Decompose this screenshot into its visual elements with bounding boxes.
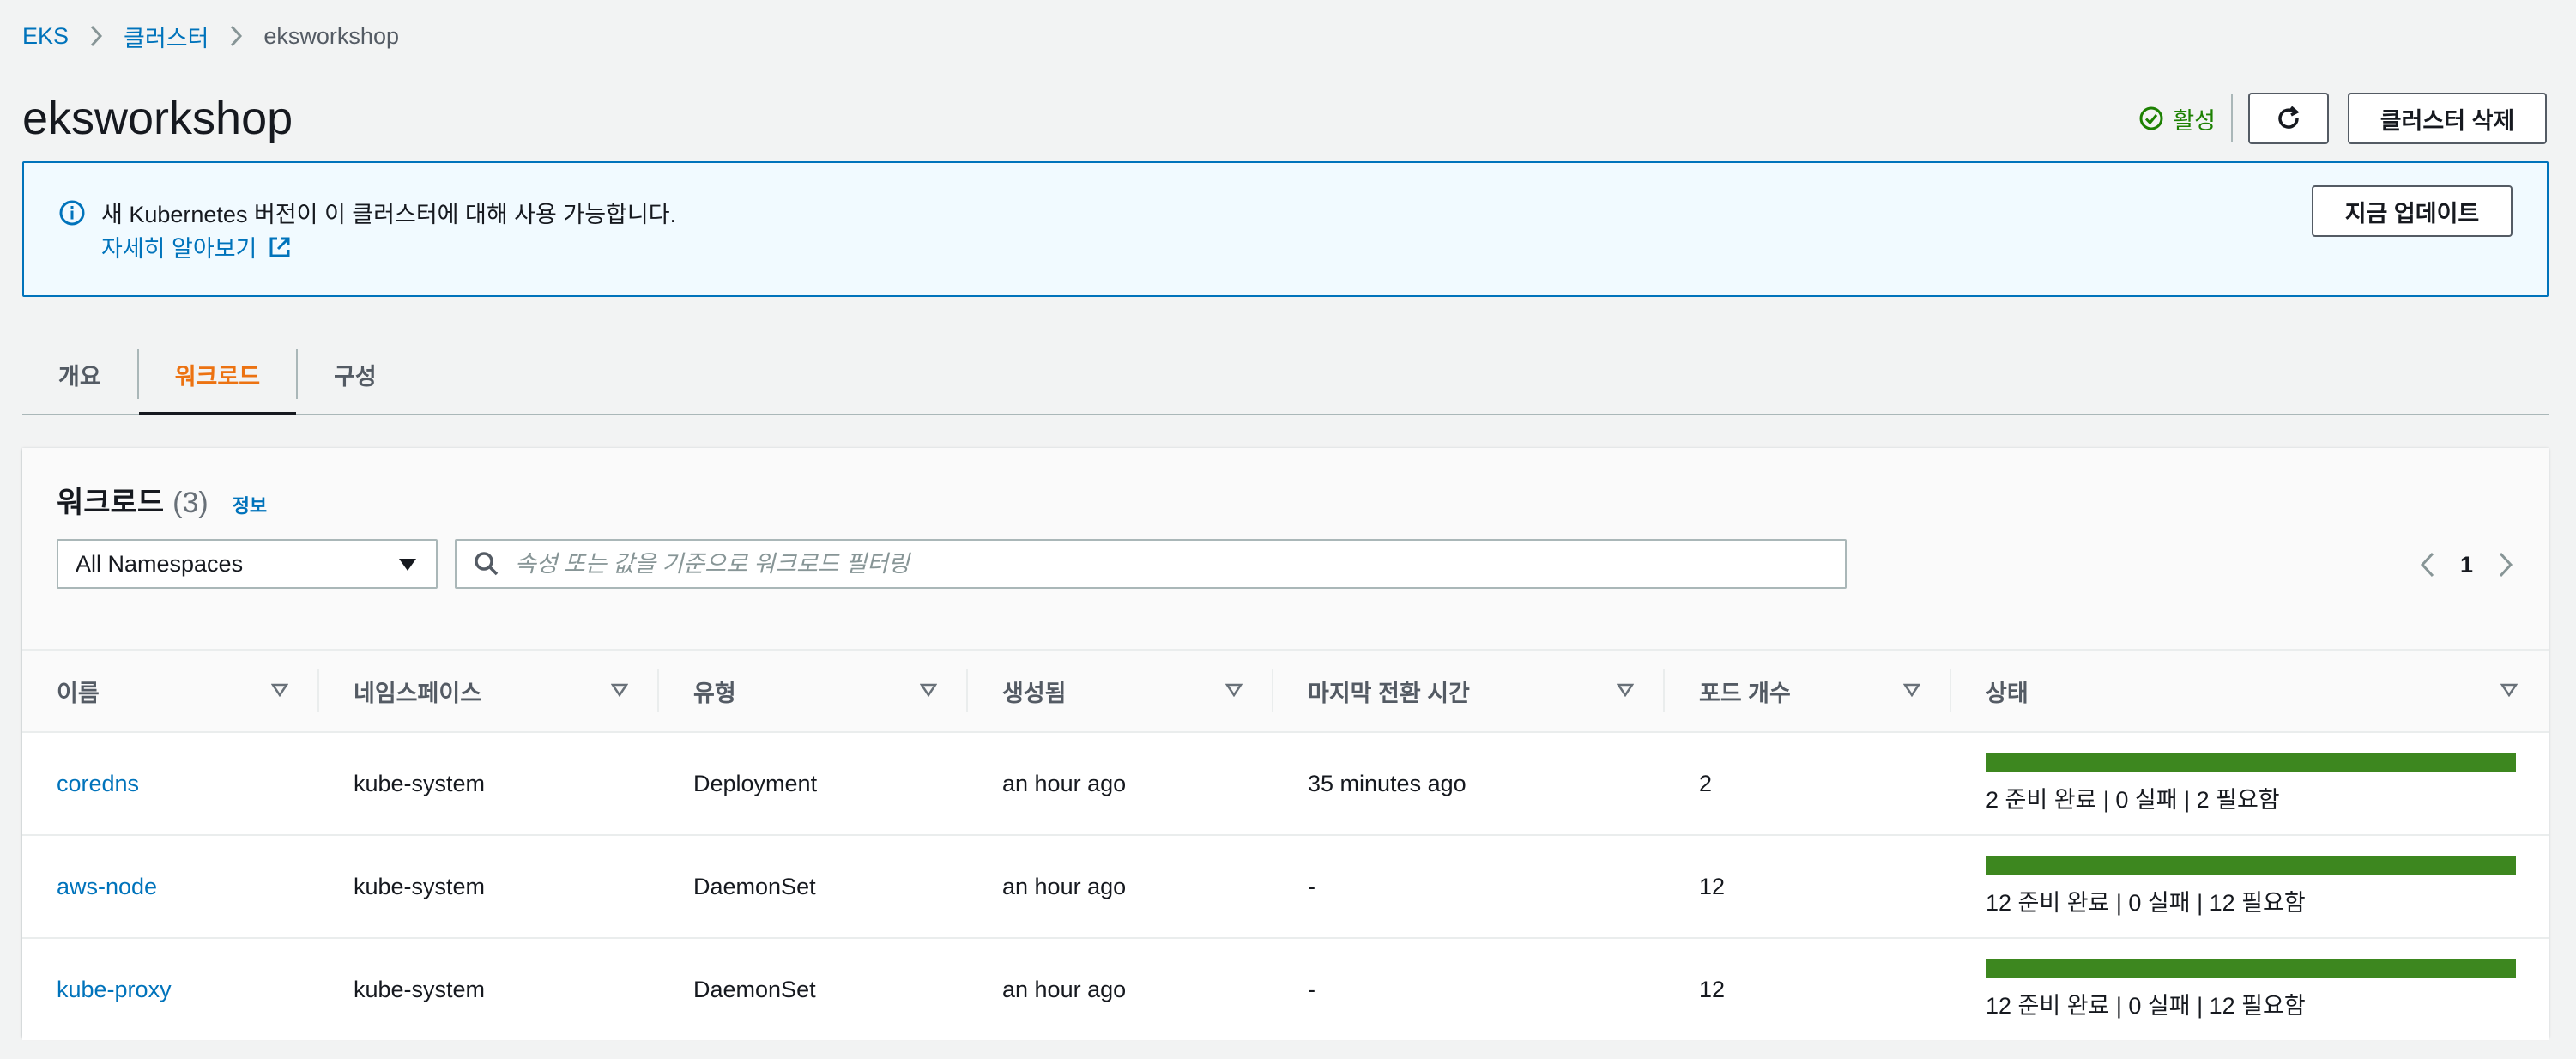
created-cell: an hour ago (1002, 976, 1127, 1002)
status-text: 12 준비 완료 | 0 실패 | 12 필요함 (1986, 992, 2306, 1019)
last-transition-cell: - (1308, 873, 1315, 899)
last-transition-cell: - (1308, 976, 1315, 1002)
sort-icon (1617, 683, 1634, 697)
breadcrumb-current: eksworkshop (263, 22, 399, 49)
refresh-button[interactable] (2248, 93, 2329, 144)
column-header-name[interactable]: 이름 (22, 651, 319, 731)
column-header-namespace[interactable]: 네임스페이스 (319, 651, 659, 731)
refresh-icon (2278, 106, 2300, 129)
status-text: 12 준비 완료 | 0 실패 | 12 필요함 (1986, 889, 2306, 916)
status-progress-fill (1986, 959, 2516, 978)
namespace-cell: kube-system (354, 873, 486, 899)
workloads-title: 워크로드 (57, 487, 165, 519)
info-link[interactable]: 정보 (233, 491, 267, 518)
update-now-button[interactable]: 지금 업데이트 (2312, 185, 2513, 237)
table-row: aws-node kube-system DaemonSet an hour a… (22, 836, 2549, 939)
namespace-cell: kube-system (354, 770, 486, 796)
column-label: 상태 (1986, 680, 2029, 706)
workload-name-link[interactable]: coredns (22, 733, 319, 834)
status-progress-bar (1986, 856, 2516, 875)
learn-more-link[interactable]: 자세히 알아보기 (101, 230, 293, 263)
status-progress-bar (1986, 959, 2516, 978)
column-label: 유형 (693, 680, 736, 706)
column-header-status[interactable]: 상태 (1951, 651, 2549, 731)
sort-icon (611, 683, 628, 697)
chevron-left-icon (2420, 552, 2434, 578)
column-header-created[interactable]: 생성됨 (968, 651, 1273, 731)
status-cell: 12 준비 완료 | 0 실패 | 12 필요함 (1951, 836, 2549, 937)
search-icon (475, 552, 499, 576)
tab-workloads[interactable]: 워크로드 (138, 335, 297, 415)
column-header-last-transition[interactable]: 마지막 전환 시간 (1273, 651, 1665, 731)
table-row: coredns kube-system Deployment an hour a… (22, 733, 2549, 836)
pod-count-cell: 2 (1699, 770, 1713, 796)
last-transition-cell: 35 minutes ago (1308, 770, 1466, 796)
sort-icon (920, 683, 937, 697)
caret-down-icon (399, 559, 416, 571)
column-label: 포드 개수 (1699, 680, 1791, 706)
divider (2231, 94, 2233, 142)
column-header-type[interactable]: 유형 (659, 651, 968, 731)
status-progress-fill (1986, 856, 2516, 875)
breadcrumb: EKS 클러스터 eksworkshop (22, 19, 399, 53)
pod-count-cell: 12 (1699, 976, 1726, 1002)
namespace-select-value: All Namespaces (76, 550, 244, 577)
pod-count-cell: 12 (1699, 873, 1726, 899)
table-row: kube-proxy kube-system DaemonSet an hour… (22, 939, 2549, 1040)
version-update-banner: 새 Kubernetes 버전이 이 클러스터에 대해 사용 가능합니다. 자세… (22, 161, 2549, 297)
sort-icon (271, 683, 288, 697)
next-page-button[interactable] (2497, 551, 2514, 578)
column-header-pod-count[interactable]: 포드 개수 (1665, 651, 1951, 731)
status-cell: 12 준비 완료 | 0 실패 | 12 필요함 (1951, 939, 2549, 1040)
breadcrumb-eks[interactable]: EKS (22, 23, 69, 50)
workload-name-link[interactable]: aws-node (22, 836, 319, 937)
status-text: 2 준비 완료 | 0 실패 | 2 필요함 (1986, 786, 2280, 813)
chevron-right-icon (2499, 552, 2513, 578)
workload-filter-input[interactable] (513, 549, 1804, 578)
workloads-header: 워크로드 (3) 정보 (57, 479, 267, 521)
page-title: eksworkshop (22, 93, 293, 144)
tab-overview[interactable]: 개요 (22, 335, 137, 414)
workloads-panel: 워크로드 (3) 정보 All Namespaces 1 이름 (22, 448, 2549, 1040)
page-number[interactable]: 1 (2460, 552, 2473, 578)
workload-name-link[interactable]: kube-proxy (22, 939, 319, 1040)
namespace-select[interactable]: All Namespaces (57, 539, 438, 589)
sort-icon (1225, 683, 1243, 697)
type-cell: DaemonSet (693, 976, 816, 1002)
table-header: 이름 네임스페이스 유형 생성됨 마지막 전환 시간 포드 개수 상태 (22, 649, 2549, 733)
status-progress-fill (1986, 753, 2516, 772)
workloads-count: (3) (172, 487, 209, 519)
info-icon (59, 200, 85, 226)
external-link-icon (269, 237, 290, 257)
tab-configuration[interactable]: 구성 (298, 335, 413, 414)
created-cell: an hour ago (1002, 873, 1127, 899)
type-cell: DaemonSet (693, 873, 816, 899)
workloads-table: 이름 네임스페이스 유형 생성됨 마지막 전환 시간 포드 개수 상태 core… (22, 649, 2549, 1040)
breadcrumb-clusters[interactable]: 클러스터 (124, 20, 209, 53)
cluster-status-label: 활성 (2173, 107, 2216, 134)
pagination: 1 (2419, 542, 2514, 587)
column-label: 마지막 전환 시간 (1308, 680, 1470, 706)
check-circle-icon (2139, 106, 2163, 130)
title-actions: 활성 클러스터 삭제 (2138, 93, 2547, 144)
cluster-status: 활성 (2138, 102, 2216, 136)
prev-page-button[interactable] (2419, 551, 2436, 578)
learn-more-label: 자세히 알아보기 (101, 236, 257, 262)
chevron-right-icon (229, 25, 243, 47)
sort-icon (2500, 683, 2518, 697)
status-progress-bar (1986, 753, 2516, 772)
namespace-cell: kube-system (354, 976, 486, 1002)
column-label: 이름 (57, 680, 100, 706)
column-label: 생성됨 (1002, 680, 1067, 706)
type-cell: Deployment (693, 770, 818, 796)
status-cell: 2 준비 완료 | 0 실패 | 2 필요함 (1951, 733, 2549, 834)
banner-message: 새 Kubernetes 버전이 이 클러스터에 대해 사용 가능합니다. (101, 202, 677, 227)
chevron-right-icon (89, 25, 103, 47)
delete-cluster-button[interactable]: 클러스터 삭제 (2348, 93, 2547, 144)
workload-filter[interactable] (455, 539, 1847, 589)
created-cell: an hour ago (1002, 770, 1127, 796)
sort-icon (1903, 683, 1920, 697)
column-label: 네임스페이스 (354, 680, 482, 706)
tab-bar: 개요 워크로드 구성 (22, 335, 2549, 415)
